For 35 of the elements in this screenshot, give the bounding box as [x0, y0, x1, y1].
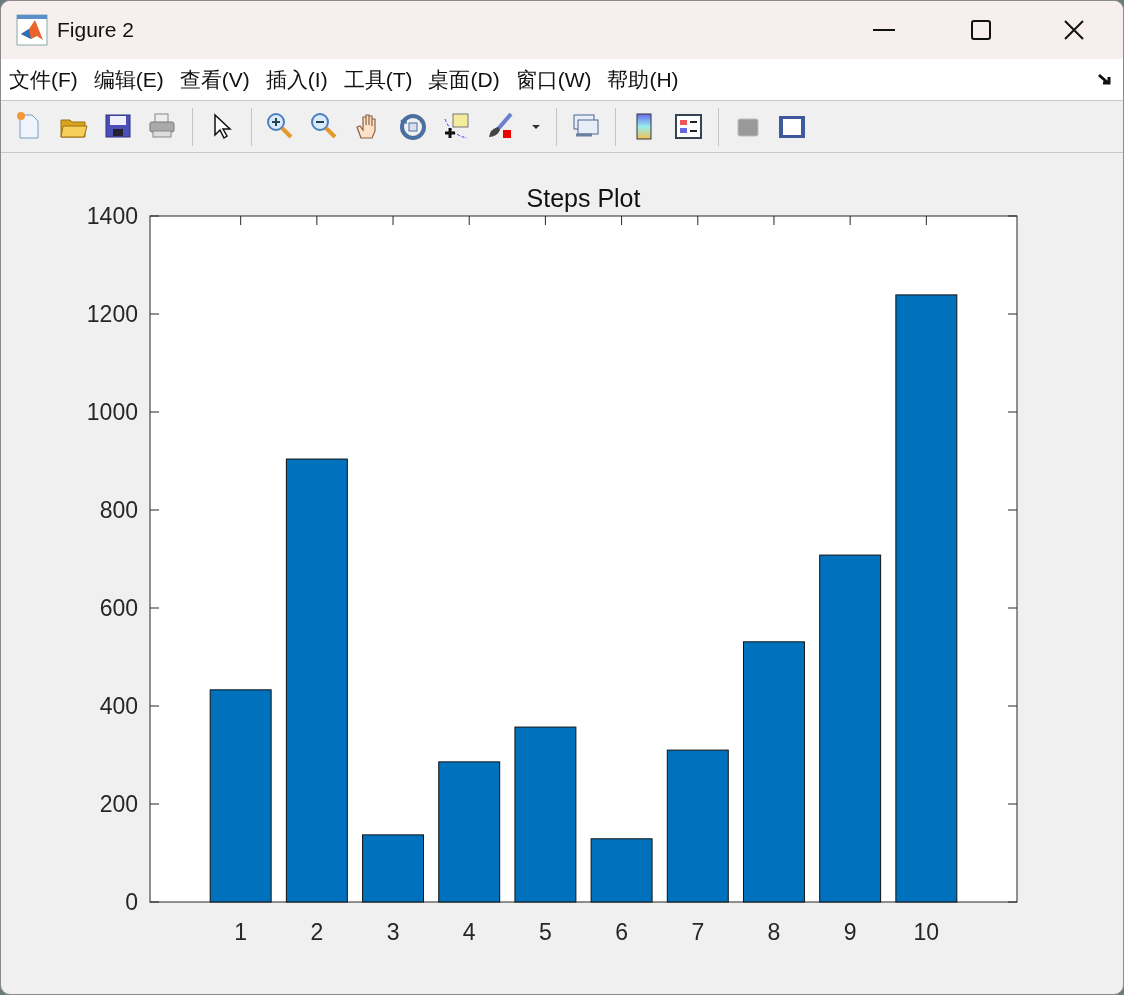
menu-item[interactable]: 桌面(D)	[428, 69, 500, 90]
close-icon[interactable]	[1064, 20, 1084, 40]
y-tick-label: 1000	[86, 399, 138, 425]
menu-item[interactable]: 插入(I)	[265, 69, 328, 90]
menu-item[interactable]: 帮助(H)	[607, 69, 679, 90]
x-tick-label: 7	[691, 919, 705, 945]
menu-item[interactable]: 文件(F)	[9, 69, 78, 90]
x-tick-label: 3	[386, 919, 400, 945]
app-logo-icon	[16, 14, 48, 46]
x-tick-label: 1	[234, 919, 248, 945]
y-tick-label: 600	[99, 595, 138, 621]
y-tick-label: 1200	[86, 301, 138, 327]
minimize-icon[interactable]	[873, 28, 895, 32]
x-tick-label: 6	[615, 919, 628, 945]
menu-item[interactable]: 编辑(E)	[93, 69, 164, 90]
x-tick-label: 2	[310, 919, 324, 945]
dock-arrow-icon[interactable]	[1097, 72, 1113, 87]
maximize-icon[interactable]	[971, 20, 991, 40]
menu-item[interactable]: 工具(T)	[343, 69, 413, 90]
menu-item[interactable]: 窗口(W)	[515, 69, 592, 90]
window-title: Figure 2	[57, 17, 135, 44]
chart-title: Steps Plot	[526, 184, 641, 212]
y-tick-label: 1400	[86, 203, 138, 229]
y-tick-label: 400	[99, 693, 138, 719]
x-tick-label: 4	[462, 919, 476, 945]
bar	[590, 838, 653, 903]
x-tick-label: 10	[913, 919, 940, 945]
x-tick-label: 8	[767, 919, 781, 945]
y-tick-label: 0	[125, 889, 138, 915]
menu-item[interactable]: 查看(V)	[179, 69, 250, 90]
bar	[362, 834, 424, 903]
y-tick-label: 200	[99, 791, 138, 817]
y-tick-label: 800	[99, 497, 138, 523]
x-tick-label: 9	[843, 919, 857, 945]
x-tick-label: 5	[539, 919, 552, 945]
